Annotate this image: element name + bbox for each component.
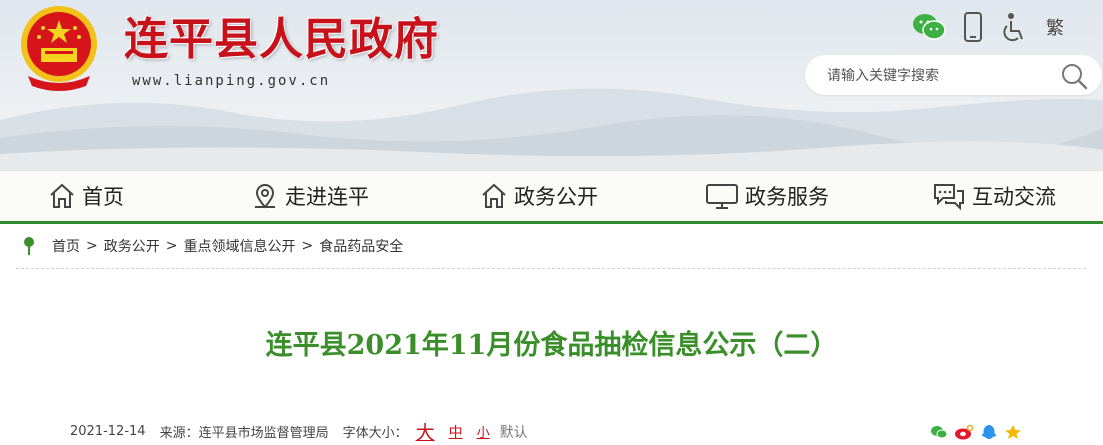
qq-icon[interactable] bbox=[980, 424, 998, 444]
search-icon[interactable] bbox=[1060, 62, 1088, 90]
monitor-icon bbox=[706, 184, 738, 209]
location-pin-icon bbox=[255, 184, 275, 209]
national-emblem-icon bbox=[21, 6, 97, 91]
search-input[interactable] bbox=[825, 63, 1049, 89]
share-bar bbox=[930, 424, 1028, 444]
wechat-icon[interactable] bbox=[930, 424, 948, 444]
traditional-chinese-toggle[interactable]: 繁 bbox=[1046, 14, 1064, 40]
chat-bubbles-icon bbox=[934, 184, 964, 211]
article-meta: 2021-12-14 来源：连平县市场监督管理局 字体大小： 大 中 小 默认 bbox=[70, 418, 528, 445]
location-pin-icon bbox=[24, 237, 34, 255]
nav-item-label: 政务公开 bbox=[514, 185, 598, 209]
site-header: 连平县人民政府 www.lianping.gov.cn 繁 bbox=[0, 0, 1103, 170]
home-icon bbox=[482, 183, 506, 208]
breadcrumb: 首页 > 政务公开 > 重点领域信息公开 > 食品药品安全 bbox=[22, 236, 403, 256]
accessibility-icon[interactable] bbox=[1000, 12, 1028, 42]
home-icon bbox=[50, 183, 74, 208]
font-size-medium-button[interactable]: 中 bbox=[449, 422, 463, 442]
nav-item-gov-affairs[interactable]: 政务公开 bbox=[480, 171, 598, 221]
nav-item-about[interactable]: 走进连平 bbox=[251, 171, 369, 221]
font-size-default-button[interactable]: 默认 bbox=[500, 422, 528, 442]
site-title[interactable]: 连平县人民政府 bbox=[124, 12, 439, 68]
breadcrumb-gov-affairs[interactable]: 政务公开 bbox=[104, 236, 160, 256]
divider bbox=[16, 268, 1086, 269]
article-date: 2021-12-14 bbox=[70, 424, 146, 439]
nav-item-label: 互动交流 bbox=[972, 185, 1056, 209]
main-nav: 首页 走进连平 政务公开 政务服务 互动交流 bbox=[0, 170, 1103, 224]
breadcrumb-key-areas[interactable]: 重点领域信息公开 bbox=[183, 236, 295, 256]
mobile-icon[interactable] bbox=[962, 12, 984, 42]
qzone-icon[interactable] bbox=[1004, 424, 1022, 444]
font-size-label: 字体大小： bbox=[342, 426, 408, 441]
top-toolbar: 繁 bbox=[912, 12, 1064, 42]
site-url: www.lianping.gov.cn bbox=[132, 73, 331, 89]
nav-item-home[interactable]: 首页 bbox=[48, 171, 124, 221]
breadcrumb-separator: > bbox=[86, 238, 98, 254]
weibo-icon[interactable] bbox=[954, 424, 974, 444]
wechat-icon[interactable] bbox=[912, 12, 946, 42]
breadcrumb-home[interactable]: 首页 bbox=[52, 236, 80, 256]
nav-item-interaction[interactable]: 互动交流 bbox=[932, 171, 1056, 221]
nav-item-label: 走进连平 bbox=[285, 185, 369, 209]
article-title: 连平县2021年11月份食品抽检信息公示（二） bbox=[265, 330, 838, 361]
search-box bbox=[805, 55, 1102, 95]
article-source: 来源：连平县市场监督管理局 bbox=[159, 426, 329, 441]
breadcrumb-separator: > bbox=[301, 238, 314, 254]
nav-item-gov-services[interactable]: 政务服务 bbox=[705, 171, 829, 221]
nav-item-label: 首页 bbox=[82, 185, 124, 209]
breadcrumb-separator: > bbox=[165, 238, 178, 254]
breadcrumb-food-drug-safety[interactable]: 食品药品安全 bbox=[319, 236, 403, 256]
font-size-small-button[interactable]: 小 bbox=[477, 422, 490, 441]
font-size-large-button[interactable]: 大 bbox=[416, 418, 435, 445]
nav-item-label: 政务服务 bbox=[745, 185, 829, 209]
